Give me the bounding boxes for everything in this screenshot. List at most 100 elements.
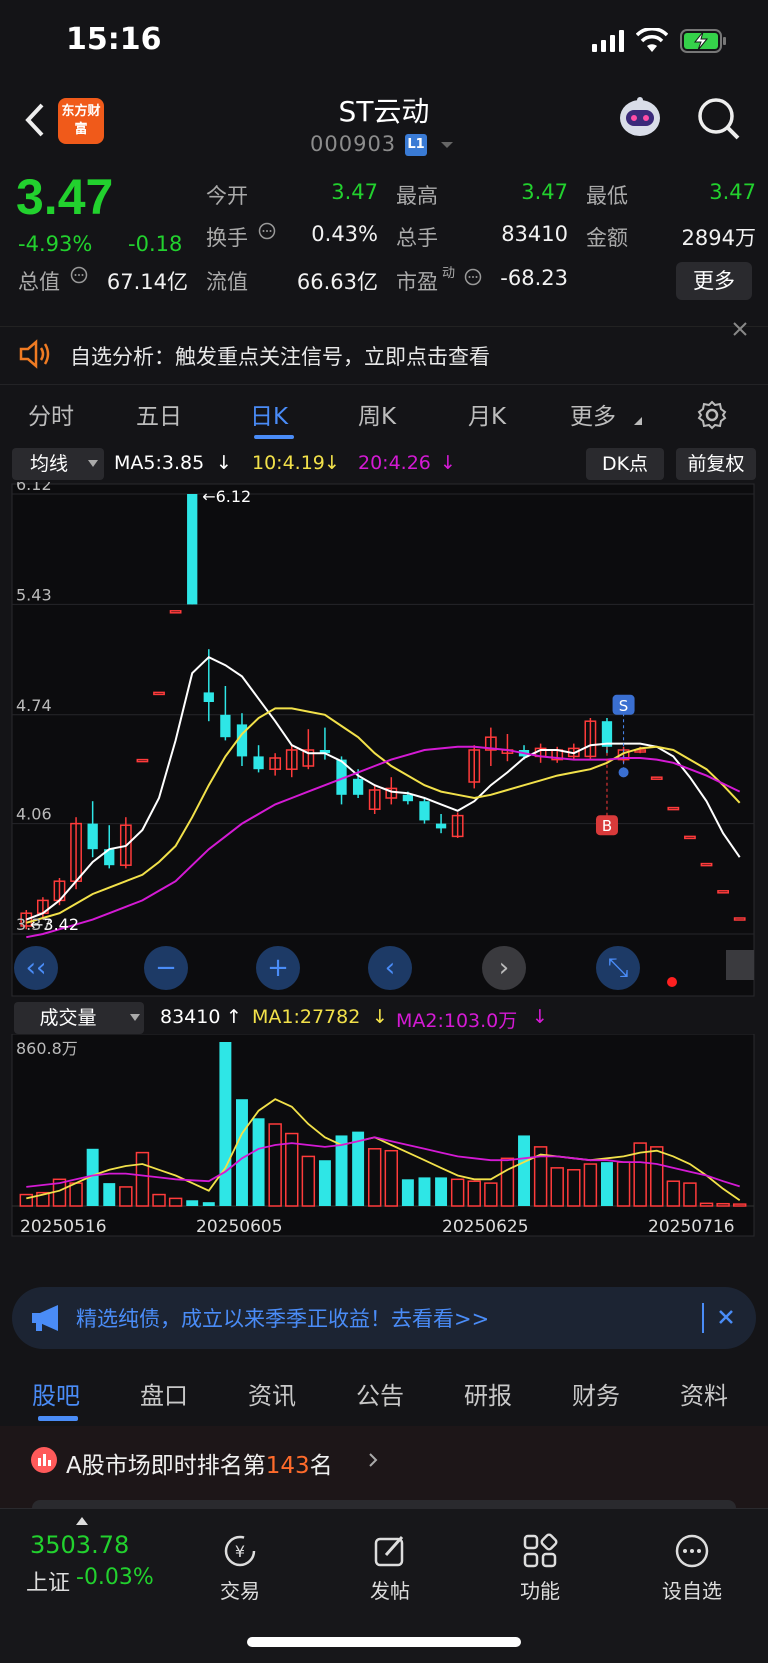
dk-point-button[interactable]: DK点 xyxy=(586,448,664,480)
x-date-label: 20250625 xyxy=(442,1217,529,1237)
vol-ma1-arrow-icon: ↓ xyxy=(372,1006,388,1028)
ad-banner[interactable]: 精选纯债，成立以来季季正收益！去看看>> xyxy=(12,1287,756,1349)
tab-more[interactable]: 更多 xyxy=(570,397,616,431)
chevron-right-icon xyxy=(369,1453,378,1467)
volume-value: 83410 xyxy=(160,1006,221,1028)
candle-body xyxy=(419,801,430,821)
zoom-out-icon[interactable]: − xyxy=(144,946,188,990)
vol-ma1: MA1:27782 xyxy=(252,1006,361,1028)
volume-value: 83410 xyxy=(501,222,568,246)
search-icon[interactable] xyxy=(696,96,742,142)
low-label: 最低 xyxy=(586,184,628,208)
stock-code[interactable]: 000903 xyxy=(310,132,396,156)
scroll-handle[interactable] xyxy=(726,950,754,980)
trade-button[interactable]: ¥ 交易 xyxy=(190,1533,290,1604)
chart-frame xyxy=(11,483,755,997)
settings-gear-icon[interactable] xyxy=(696,399,728,431)
rank-suffix: 名 xyxy=(309,1453,333,1479)
tab-orderbook[interactable]: 盘口 xyxy=(140,1376,188,1411)
post-button[interactable]: 发帖 xyxy=(340,1533,440,1604)
pe-sup: 动 xyxy=(442,266,456,281)
amount-label: 金额 xyxy=(586,226,628,250)
level-badge: L1 xyxy=(405,134,427,156)
volume-bar xyxy=(318,1160,331,1206)
status-bar: 15:16 xyxy=(0,0,768,84)
wifi-icon xyxy=(636,28,668,52)
ma5-arrow-icon: ↓ xyxy=(216,452,232,474)
next-icon[interactable]: › xyxy=(482,946,526,990)
volume-bar xyxy=(518,1135,530,1206)
ad-divider xyxy=(702,1303,704,1333)
ma-legend-row: 均线 MA5:3.85 ↓ 10:4.19 ↓ 20:4.26 ↓ DK点 前复… xyxy=(0,446,768,482)
signal-icon xyxy=(592,30,628,52)
status-time: 15:16 xyxy=(66,22,162,57)
fullscreen-icon[interactable]: ⤡ xyxy=(596,946,640,990)
index-value[interactable]: 3503.78 xyxy=(30,1531,129,1559)
tab-research[interactable]: 研报 xyxy=(464,1376,512,1411)
rank-banner[interactable]: A股市场即时排名第143名 xyxy=(0,1426,768,1510)
ma20-arrow-icon: ↓ xyxy=(440,452,456,474)
tab-finance[interactable]: 财务 xyxy=(572,1376,620,1411)
volume-bar xyxy=(401,1179,414,1206)
adjust-button[interactable]: 前复权 xyxy=(676,448,756,480)
info-tabs: 股吧 盘口 资讯 公告 研报 财务 资料 xyxy=(0,1360,768,1426)
pe-label: 市盈 xyxy=(396,270,438,294)
robot-assistant-icon[interactable] xyxy=(616,94,664,142)
candlestick-chart[interactable]: 6.125.434.744.063.37←6.12←3.42BS ‹‹ − + ‹ › ⤡ xyxy=(0,482,768,1002)
ma10-arrow-icon: ↓ xyxy=(324,452,340,474)
function-button[interactable]: 功能 xyxy=(490,1533,590,1604)
close-icon[interactable] xyxy=(732,321,748,337)
y-tick-label: 4.74 xyxy=(16,696,52,715)
volume-chart[interactable]: 860.8万 20250516 20250605 20250625 20250716 xyxy=(0,1034,768,1274)
volume-arrow-icon: ↑ xyxy=(226,1006,242,1028)
prev-icon[interactable]: ‹ xyxy=(368,946,412,990)
info-tab-indicator xyxy=(38,1416,78,1421)
tab-monthly-k[interactable]: 月K xyxy=(468,397,506,431)
tab-guba[interactable]: 股吧 xyxy=(32,1376,80,1411)
back-page-icon[interactable]: ‹‹ xyxy=(14,946,58,990)
volume-selector[interactable]: 成交量 xyxy=(14,1002,144,1034)
tab-five-day[interactable]: 五日 xyxy=(136,397,182,431)
tab-weekly-k[interactable]: 周K xyxy=(358,397,396,431)
chevron-down-icon[interactable] xyxy=(440,140,454,150)
tab-more-caret-icon xyxy=(634,417,642,425)
last-price: 3.47 xyxy=(16,169,114,225)
notice-text: 自选分析：触发重点关注信号，立即点击查看 xyxy=(70,345,490,369)
info-icon[interactable] xyxy=(70,266,88,284)
volume-legend-row: 成交量 83410 ↑ MA1:27782 ↓ MA2:103.0万 ↓ xyxy=(0,1000,768,1036)
red-dot xyxy=(667,977,677,987)
volume-max-tick: 860.8万 xyxy=(16,1039,78,1058)
volume-bar xyxy=(236,1099,248,1206)
zoom-in-icon[interactable]: + xyxy=(256,946,300,990)
quote-panel: 3.47 -4.93% -0.18 今开 3.47 最高 3.47 最低 3.4… xyxy=(0,164,768,312)
megaphone-icon xyxy=(32,1305,58,1331)
speaker-icon xyxy=(19,339,50,369)
more-button[interactable]: 更多 xyxy=(676,262,752,300)
change-amount: -0.18 xyxy=(128,232,183,256)
tab-news[interactable]: 资讯 xyxy=(248,1376,296,1411)
tab-announcements[interactable]: 公告 xyxy=(356,1376,404,1411)
max-price-label: ←6.12 xyxy=(202,487,251,506)
close-icon[interactable] xyxy=(718,1309,734,1325)
notice-bar[interactable]: 自选分析：触发重点关注信号，立即点击查看 xyxy=(0,322,768,380)
next-icon-glyph: › xyxy=(499,953,509,983)
min-price-label: ←3.42 xyxy=(30,915,79,934)
volume-bar xyxy=(202,1202,215,1206)
info-icon[interactable] xyxy=(258,222,276,240)
float-label: 流值 xyxy=(206,270,248,294)
pe-value: -68.23 xyxy=(500,266,568,290)
tab-daily-k[interactable]: 日K xyxy=(250,397,288,431)
volume-bar xyxy=(435,1177,448,1206)
candle-body xyxy=(220,714,231,738)
change-percent: -4.93% xyxy=(18,232,93,256)
chevron-down-icon xyxy=(88,460,98,467)
ma20-value: 20:4.26 xyxy=(358,452,431,474)
add-watchlist-button[interactable]: 设自选 xyxy=(642,1533,742,1604)
rank-number: 143 xyxy=(265,1453,310,1479)
tab-intraday[interactable]: 分时 xyxy=(28,397,74,431)
tab-profile[interactable]: 资料 xyxy=(680,1376,728,1411)
prev-icon-glyph: ‹ xyxy=(385,953,395,983)
vol-ma2-arrow-icon: ↓ xyxy=(532,1006,548,1028)
sell-marker-text: S xyxy=(619,697,629,715)
sell-dot xyxy=(618,767,629,778)
